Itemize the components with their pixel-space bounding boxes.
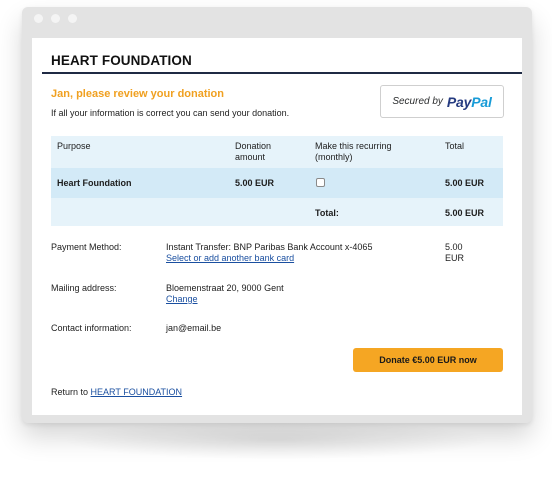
donation-review-panel: HEART FOUNDATION Jan, please review your…	[32, 38, 522, 415]
paypal-logo-pal: Pal	[471, 93, 492, 110]
total-value: 5.00 EUR	[445, 208, 485, 218]
item-amount: 5.00 EUR	[235, 178, 275, 188]
payment-amount: 5.00 EUR	[445, 242, 465, 263]
secured-by-label: Secured by	[392, 96, 443, 107]
payment-method-label: Payment Method:	[51, 242, 122, 252]
header-total: Total	[445, 141, 465, 151]
item-total: 5.00 EUR	[445, 178, 485, 188]
mailing-address-text: Bloemenstraat 20, 9000 Gent	[166, 283, 284, 293]
header-donation-amount: Donation amount	[235, 141, 271, 163]
greeting-heading: Jan, please review your donation	[51, 88, 224, 100]
donate-button[interactable]: Donate €5.00 EUR now	[353, 348, 503, 372]
recurring-checkbox[interactable]	[316, 178, 325, 187]
contact-info-value: jan@email.be	[166, 323, 222, 333]
return-line: Return to HEART FOUNDATION	[51, 387, 182, 397]
window-controls	[34, 14, 77, 23]
return-to-foundation-link[interactable]: HEART FOUNDATION	[91, 387, 183, 397]
table-row: Heart Foundation 5.00 EUR 5.00 EUR	[51, 168, 503, 198]
page-title: HEART FOUNDATION	[51, 53, 192, 68]
browser-window: HEART FOUNDATION Jan, please review your…	[22, 7, 532, 423]
mailing-address-label: Mailing address:	[51, 283, 117, 293]
header-donation-amount-line2: amount	[235, 152, 266, 162]
paypal-secured-badge: Secured by PayPal	[380, 85, 504, 118]
donation-table: Purpose Donation amount Make this recurr…	[51, 136, 503, 226]
change-address-link[interactable]: Change	[166, 294, 198, 304]
total-label: Total:	[315, 208, 339, 218]
title-divider	[42, 72, 522, 74]
window-minimize-dot[interactable]	[51, 14, 60, 23]
window-maximize-dot[interactable]	[68, 14, 77, 23]
item-purpose: Heart Foundation	[57, 178, 132, 188]
header-recurring: Make this recurring (monthly)	[315, 141, 392, 163]
table-total-row: Total: 5.00 EUR	[51, 198, 503, 226]
paypal-logo-pay: Pay	[446, 93, 472, 110]
return-prefix: Return to	[51, 387, 89, 397]
mailing-address-value: Bloemenstraat 20, 9000 Gent Change	[166, 283, 426, 305]
header-donation-amount-line1: Donation	[235, 141, 272, 151]
header-recurring-line2: (monthly)	[315, 152, 353, 162]
change-bank-card-link[interactable]: Select or add another bank card	[166, 253, 294, 263]
table-header-row: Purpose Donation amount Make this recurr…	[51, 136, 503, 168]
window-close-dot[interactable]	[34, 14, 43, 23]
window-shadow	[60, 420, 492, 460]
payment-method-text: Instant Transfer: BNP Paribas Bank Accou…	[166, 242, 373, 252]
contact-info-label: Contact information:	[51, 323, 132, 333]
paypal-logo: PayPal	[447, 94, 492, 110]
review-instructions: If all your information is correct you c…	[51, 108, 290, 118]
header-purpose: Purpose	[57, 141, 91, 151]
header-recurring-line1: Make this recurring	[315, 141, 392, 151]
payment-method-value: Instant Transfer: BNP Paribas Bank Accou…	[166, 242, 426, 264]
